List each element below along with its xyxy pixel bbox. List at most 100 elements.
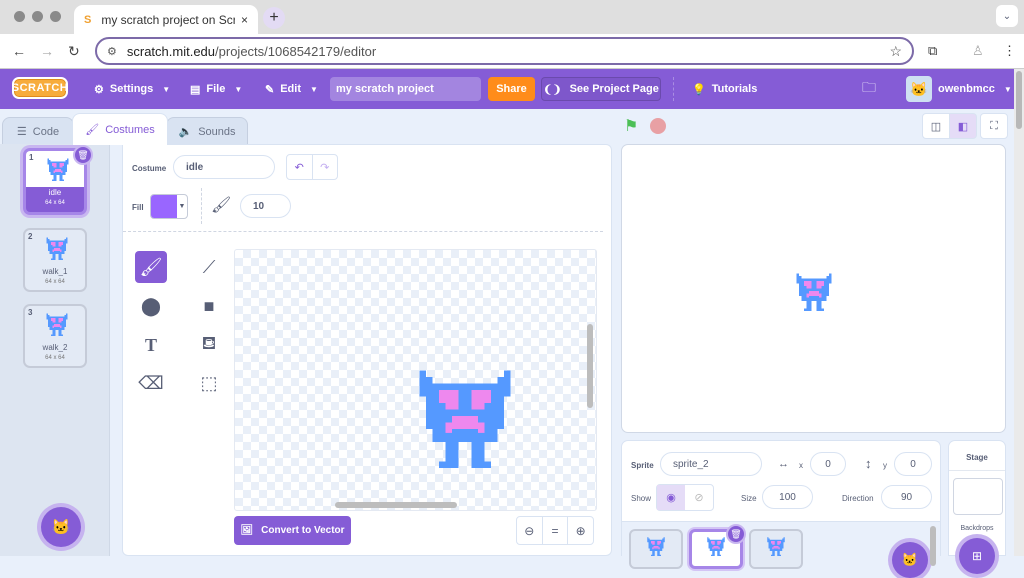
tab-title: my scratch project on Scratch (101, 12, 235, 27)
size-input[interactable]: 100 (762, 485, 813, 509)
page-scrollbar-thumb[interactable] (1016, 71, 1022, 129)
close-tab-icon[interactable]: × (241, 13, 248, 27)
browser-tab-strip: S my scratch project on Scratch × + ⌄ (0, 0, 1024, 34)
stage-selector-panel[interactable]: Stage Backdrops ⊞ (948, 440, 1006, 574)
profile-icon[interactable]: ♙ (972, 43, 984, 59)
delete-costume-button[interactable]: 🗑 (73, 145, 93, 165)
redo-icon[interactable]: ↷ (313, 155, 338, 179)
add-backdrop-button[interactable]: ⊞ (959, 538, 995, 574)
see-project-page-button[interactable]: ❨❩ See Project Page (541, 77, 661, 101)
convert-to-vector-button[interactable]: 🖼 Convert to Vector (234, 516, 351, 545)
brush-tool-button[interactable]: 🖌 (135, 251, 167, 283)
line-tool-button[interactable]: ⟋ (193, 251, 225, 283)
file-menu[interactable]: ▤ File ▼ (190, 69, 242, 109)
y-label: y (883, 461, 887, 470)
x-input[interactable]: 0 (810, 452, 846, 476)
caret-down-icon: ▼ (234, 84, 243, 94)
page-scrollbar[interactable] (1014, 69, 1024, 556)
tab-costumes[interactable]: 🖌 Costumes (72, 113, 168, 145)
sprite-tile[interactable] (629, 529, 683, 569)
user-avatar[interactable]: 🐱 (906, 76, 932, 102)
normal-stage-button[interactable]: ◧ (949, 113, 977, 139)
my-stuff-folder-icon[interactable]: 🗀 (862, 69, 876, 109)
undo-icon[interactable]: ↶ (287, 155, 313, 179)
browser-toolbar: ← → ↻ ⚙ scratch.mit.edu/projects/1068542… (0, 34, 1024, 69)
edit-menu[interactable]: ✎ Edit ▼ (265, 69, 318, 109)
project-title-input[interactable]: my scratch project (330, 77, 481, 101)
tab-sounds[interactable]: 🔈 Sounds (166, 117, 248, 145)
costume-number: 3 (28, 308, 33, 317)
reload-icon[interactable]: ↻ (68, 43, 80, 60)
fullscreen-icon[interactable]: ⛶ (980, 113, 1008, 139)
sprite-name-input[interactable]: sprite_2 (660, 452, 762, 476)
tab-code[interactable]: ☰ Code (2, 117, 74, 145)
rectangle-icon: ■ (203, 295, 215, 316)
extensions-puzzle-icon[interactable]: ⧉ (928, 43, 937, 59)
costume-name: walk_1 (42, 267, 68, 276)
cat-plus-icon: 🐱 (901, 552, 919, 567)
direction-input[interactable]: 90 (881, 485, 932, 509)
canvas-horizontal-scrollbar[interactable] (335, 502, 457, 508)
tutorials-label: Tutorials (711, 83, 758, 95)
tab-search-chevron-icon[interactable]: ⌄ (996, 5, 1018, 27)
bookmark-star-icon[interactable]: ☆ (889, 43, 902, 60)
canvas-vertical-scrollbar[interactable] (587, 324, 593, 408)
drawing-canvas[interactable] (234, 249, 597, 511)
text-tool-button[interactable]: T (135, 329, 167, 361)
eye-hidden-icon[interactable]: ⊘ (685, 485, 713, 510)
new-tab-button[interactable]: + (263, 7, 285, 29)
share-button[interactable]: Share (488, 77, 535, 101)
window-controls[interactable] (14, 11, 61, 22)
costume-name: idle (48, 188, 62, 197)
delete-sprite-button[interactable]: 🗑 (726, 524, 746, 544)
back-icon[interactable]: ← (12, 43, 26, 59)
select-arrow-icon: ⬚ (200, 372, 218, 393)
rectangle-tool-button[interactable]: ■ (193, 290, 225, 322)
minimize-window-button[interactable] (32, 11, 43, 22)
fill-color-picker[interactable]: ▼ (150, 194, 188, 219)
costume-item[interactable]: 3 walk_2 64 x 64 (23, 304, 87, 368)
sprite-list-scrollbar[interactable] (930, 526, 936, 566)
tutorials-button[interactable]: 💡 Tutorials (692, 69, 757, 109)
stop-icon[interactable] (650, 118, 666, 134)
account-menu[interactable]: owenbmcc ▼ (938, 69, 1012, 109)
fill-tool-button[interactable]: ⛾ (193, 329, 225, 361)
divider (123, 231, 603, 232)
close-window-button[interactable] (14, 11, 25, 22)
eye-visible-icon[interactable]: ◉ (657, 485, 685, 510)
site-info-icon[interactable]: ⚙ (107, 45, 117, 58)
chrome-menu-icon[interactable]: ⋮ (1003, 43, 1016, 59)
forward-icon[interactable]: → (40, 43, 54, 59)
maximize-window-button[interactable] (50, 11, 61, 22)
stage-canvas[interactable] (621, 144, 1006, 433)
sprite-on-stage[interactable] (794, 267, 834, 315)
green-flag-icon[interactable]: ⚑ (624, 116, 638, 136)
eraser-tool-button[interactable]: ⌫ (135, 367, 167, 399)
caret-down-icon: ▼ (310, 84, 318, 94)
costume-thumbnail (47, 158, 69, 181)
address-bar[interactable]: ⚙ scratch.mit.edu/projects/1068542179/ed… (95, 37, 914, 65)
costume-name-input[interactable]: idle (173, 155, 275, 179)
show-toggle: ◉ ⊘ (656, 484, 714, 511)
fill-color-swatch (151, 195, 177, 218)
y-input[interactable]: 0 (894, 452, 932, 476)
backdrops-label: Backdrops (960, 525, 994, 532)
costume-item[interactable]: 2 walk_1 64 x 64 (23, 228, 87, 292)
stage-thumbnail[interactable] (953, 478, 1003, 515)
circle-tool-button[interactable]: ⬤ (135, 290, 167, 322)
add-sprite-button[interactable]: 🐱 (892, 542, 928, 578)
select-tool-button[interactable]: ⬚ (193, 367, 225, 399)
zoom-out-icon[interactable]: ⊖ (517, 517, 543, 544)
settings-menu[interactable]: ⚙ Settings ▼ (94, 69, 170, 109)
add-costume-button[interactable]: 🐱 (41, 507, 81, 547)
sprite-tile[interactable] (749, 529, 803, 569)
circle-icon: ⬤ (140, 295, 162, 316)
small-stage-button[interactable]: ◫ (922, 113, 950, 139)
browser-tab[interactable]: S my scratch project on Scratch × (74, 5, 258, 34)
zoom-reset-icon[interactable]: = (543, 517, 569, 544)
see-project-page-label: See Project Page (569, 83, 659, 95)
zoom-in-icon[interactable]: ⊕ (568, 517, 593, 544)
sprite-info-panel: Sprite sprite_2 ↔ x 0 ↕ y 0 Show ◉ ⊘ Siz… (621, 440, 941, 578)
brush-size-input[interactable]: 10 (240, 194, 291, 218)
scratch-logo[interactable]: SCRATCH (12, 77, 68, 99)
